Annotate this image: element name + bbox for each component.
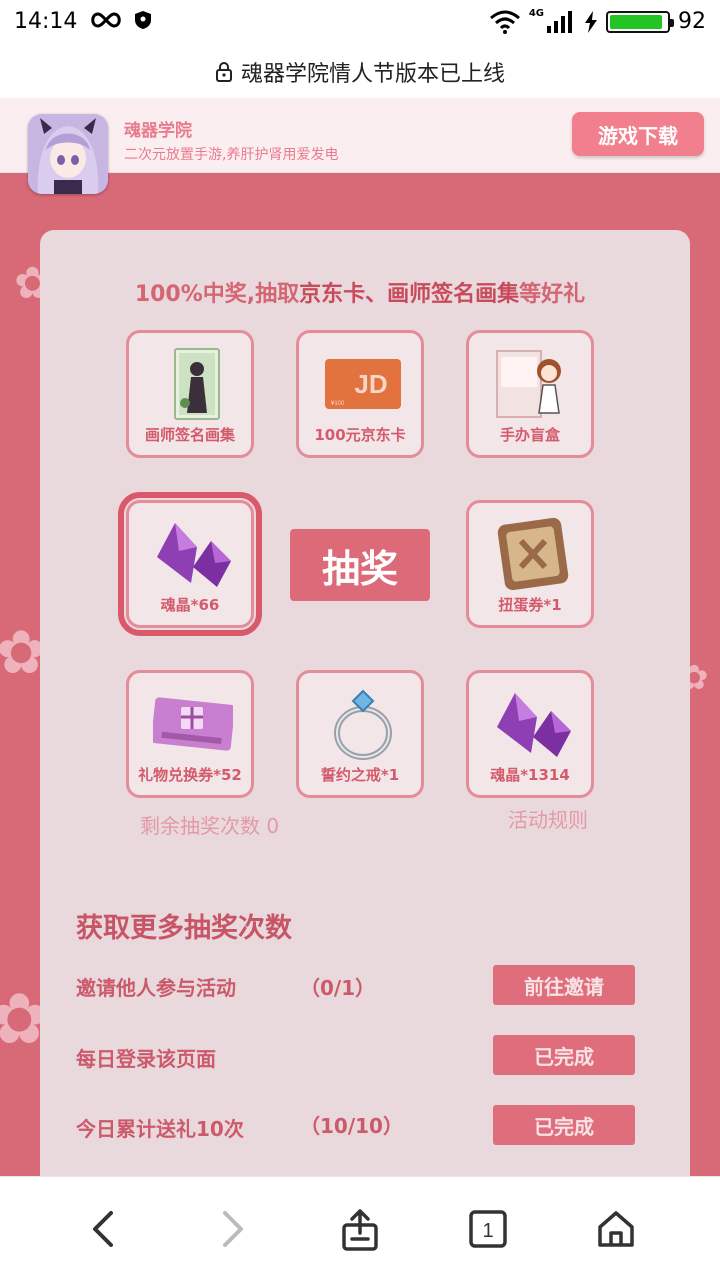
page-title: 魂器学院情人节版本已上线 bbox=[240, 62, 505, 87]
forward-icon bbox=[223, 1211, 243, 1247]
prize-label: 手办盲盒 bbox=[499, 426, 560, 444]
completed-button[interactable]: 已完成 bbox=[493, 1105, 635, 1145]
prize-label: 魂晶*66 bbox=[160, 596, 220, 614]
headline-highlight: 京东卡、画师签名画集 bbox=[299, 282, 520, 307]
prize-crystal-66: 魂晶*66 bbox=[118, 492, 262, 636]
ring-icon bbox=[334, 689, 392, 760]
prize-label: 100元京东卡 bbox=[314, 426, 406, 444]
prize-label: 礼物兑换券*52 bbox=[138, 766, 242, 784]
app-description: 二次元放置手游,养肝护肾用爱发电 bbox=[124, 147, 339, 163]
jd-card-icon: JD ¥100 bbox=[325, 359, 401, 409]
invite-button[interactable]: 前往邀请 bbox=[493, 965, 635, 1005]
task-name: 今日累计送礼10次 bbox=[76, 1117, 244, 1141]
gacha-ticket-icon bbox=[497, 517, 569, 591]
draw-button[interactable]: 抽奖 bbox=[290, 529, 430, 601]
prize-artbook: 画师签名画集 bbox=[126, 330, 254, 458]
tab-count: 1 bbox=[482, 1220, 493, 1242]
artbook-icon bbox=[174, 348, 220, 420]
prize-ring: 誓约之戒*1 bbox=[296, 670, 424, 798]
home-button[interactable] bbox=[588, 1201, 644, 1257]
prize-gacha-ticket: 扭蛋券*1 bbox=[466, 500, 594, 628]
share-icon bbox=[342, 1209, 378, 1251]
tabs-button[interactable]: 1 bbox=[460, 1201, 516, 1257]
status-time: 14:14 bbox=[14, 9, 78, 34]
prize-label: 誓约之戒*1 bbox=[320, 766, 400, 784]
headline-suffix: 等好礼 bbox=[519, 282, 586, 307]
shield-icon bbox=[135, 11, 151, 29]
tabs-icon: 1 bbox=[469, 1210, 507, 1248]
forward-button[interactable] bbox=[204, 1201, 260, 1257]
back-icon bbox=[93, 1211, 113, 1247]
network-type: 4G bbox=[528, 8, 544, 19]
figure-box-icon bbox=[496, 350, 561, 418]
prize-label: 扭蛋券*1 bbox=[498, 596, 562, 614]
jd-card-value: ¥100 bbox=[331, 401, 345, 407]
prize-crystal-1314: 魂晶*1314 bbox=[466, 670, 594, 798]
prize-figure-box: 手办盲盒 bbox=[466, 330, 594, 458]
prize-jd-card: JD ¥100 100元京东卡 bbox=[296, 330, 424, 458]
back-button[interactable] bbox=[76, 1201, 132, 1257]
download-button[interactable]: 游戏下载 bbox=[572, 112, 704, 156]
task-name: 每日登录该页面 bbox=[76, 1047, 216, 1071]
wifi-icon bbox=[489, 10, 520, 34]
jd-card-text: JD bbox=[354, 369, 387, 399]
tasks-title: 获取更多抽奖次数 bbox=[76, 913, 292, 944]
lock-icon bbox=[215, 62, 232, 82]
prize-label: 魂晶*1314 bbox=[490, 766, 570, 784]
address-bar[interactable]: 魂器学院情人节版本已上线 bbox=[0, 46, 720, 98]
remaining-draws: 剩余抽奖次数 0 bbox=[140, 814, 280, 838]
status-bar: 14:14 4G 92 bbox=[0, 0, 720, 46]
gift-voucher-icon bbox=[153, 697, 233, 751]
task-progress: （0/1） bbox=[300, 976, 376, 1000]
prize-label: 画师签名画集 bbox=[144, 426, 235, 444]
lottery-headline: 100%中奖,抽取京东卡、画师签名画集等好礼 bbox=[0, 276, 720, 308]
infinity-icon bbox=[91, 12, 121, 28]
activity-rules-link[interactable]: 活动规则 bbox=[508, 804, 588, 833]
bottom-nav: 1 bbox=[0, 1176, 720, 1281]
task-progress: （10/10） bbox=[300, 1114, 403, 1138]
home-icon bbox=[598, 1211, 634, 1247]
share-button[interactable] bbox=[332, 1201, 388, 1257]
battery-icon bbox=[606, 10, 674, 33]
headline-prefix: 100%中奖,抽取 bbox=[134, 282, 300, 307]
app-icon[interactable] bbox=[28, 114, 108, 194]
app-name: 魂器学院 bbox=[124, 121, 192, 141]
prize-gift-voucher: 礼物兑换券*52 bbox=[126, 670, 254, 798]
crystal-icon bbox=[497, 693, 571, 757]
completed-button[interactable]: 已完成 bbox=[493, 1035, 635, 1075]
task-name: 邀请他人参与活动 bbox=[76, 976, 236, 1000]
battery-level: 92 bbox=[678, 9, 706, 34]
charging-icon bbox=[585, 10, 597, 33]
crystal-icon bbox=[157, 523, 231, 587]
signal-icon bbox=[547, 10, 572, 33]
